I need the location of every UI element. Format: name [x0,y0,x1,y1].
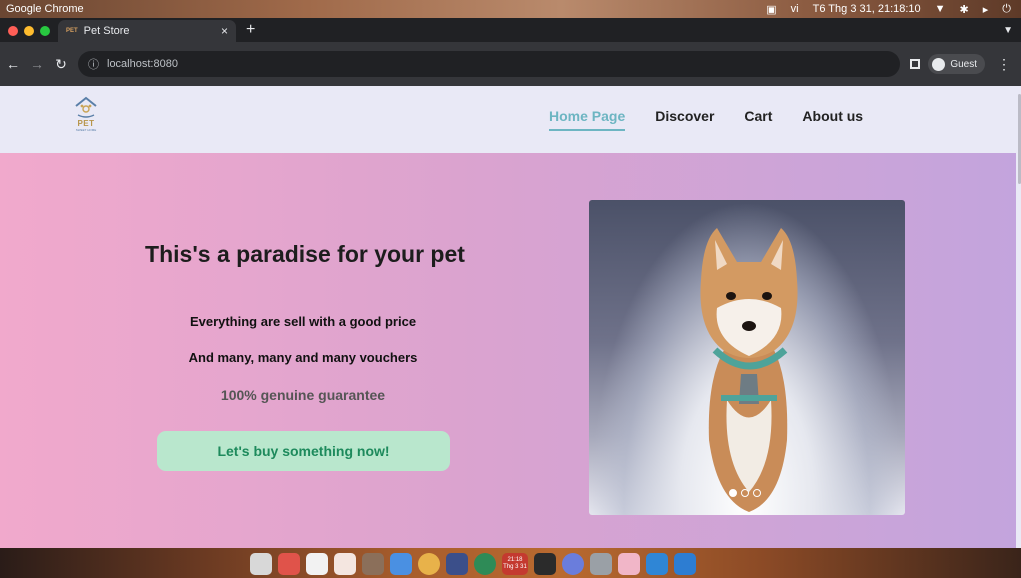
desktop-dock-area: 21:18 Thg 3 31 [0,548,1021,578]
chrome-app-icon[interactable] [418,552,440,575]
browser-tab-strip: PET Pet Store × + ▼ [0,18,1021,42]
power-icon[interactable]: ⏻ [1002,3,1011,16]
paw-logo-icon [75,96,97,118]
tab-favicon: PET [66,28,78,34]
wifi-icon[interactable]: ▼ [935,3,946,15]
input-language[interactable]: vi [791,3,799,15]
os-app-name: Google Chrome [6,3,84,15]
carousel-indicators [729,489,761,497]
hero-section: This's a paradise for your pet Everythin… [0,153,1016,548]
nav-cart[interactable]: Cart [744,108,772,131]
vscode-app-icon[interactable] [674,552,696,575]
site-logo[interactable]: PET SWEET HOME [66,96,106,144]
profile-avatar-icon [932,57,946,71]
files-app-icon[interactable] [250,552,272,575]
site-info-icon[interactable]: ⓘ [88,56,99,72]
close-tab-icon[interactable]: × [221,24,228,38]
shiba-dog-image [700,228,798,512]
window-controls [0,26,58,42]
carousel-dot-3[interactable] [753,489,761,497]
maximize-window-button[interactable] [40,26,50,36]
dock-clock-time: 21:18 [507,556,523,563]
editor-app-icon[interactable] [334,552,356,575]
page-viewport: PET SWEET HOME Home Page Discover Cart A… [0,86,1021,548]
bluetooth-icon[interactable]: ✱ [960,3,969,16]
update-app-icon[interactable] [646,552,668,575]
camera-app-icon[interactable] [590,552,612,575]
recorder-app-icon[interactable] [474,552,496,575]
page-scrollbar[interactable] [1016,86,1021,548]
hero-line-price: Everything are sell with a good price [189,314,417,329]
tab-title: Pet Store [83,25,130,37]
address-bar[interactable]: ⓘ localhost:8080 [78,51,901,77]
dock-clock-date: Thg 3 31 [503,563,527,570]
browser-tab[interactable]: PET Pet Store × [58,20,236,42]
photos-app-icon[interactable] [618,552,640,575]
terminal-app-icon[interactable] [534,552,556,575]
app-dock: 21:18 Thg 3 31 [250,551,696,576]
window-app-icon[interactable] [390,552,412,575]
carousel-dot-1[interactable] [729,489,737,497]
profile-button[interactable]: Guest [928,54,985,74]
browser-toolbar: ← → ↻ ⓘ localhost:8080 Guest ⋮ [0,42,1021,86]
url-text[interactable]: localhost:8080 [107,58,178,70]
close-window-button[interactable] [8,26,18,36]
nav-about-us[interactable]: About us [802,108,863,131]
carousel-dot-2[interactable] [741,489,749,497]
logo-word: PET [77,119,95,128]
os-top-bar: Google Chrome ▣ vi T6 Thg 3 31, 21:18:10… [0,0,1021,18]
site-header: PET SWEET HOME Home Page Discover Cart A… [0,86,1016,153]
screenshot-icon[interactable]: ▣ [766,3,776,16]
hero-line-vouchers: And many, many and many vouchers [188,350,418,365]
dock-clock[interactable]: 21:18 Thg 3 31 [502,552,528,575]
presentation-app-icon[interactable] [278,552,300,575]
minimize-window-button[interactable] [24,26,34,36]
tab-search-chevron-icon[interactable]: ▼ [995,25,1021,42]
reload-icon[interactable]: ↻ [54,56,68,73]
messaging-app-icon[interactable] [446,552,468,575]
volume-icon[interactable]: ▸ [983,3,989,16]
hero-carousel-image[interactable] [589,200,905,515]
forward-arrow-icon[interactable]: → [30,56,44,72]
pdf-app-icon[interactable] [306,552,328,575]
office-app-icon[interactable] [562,552,584,575]
main-nav: Home Page Discover Cart About us [549,108,863,131]
browser-menu-icon[interactable]: ⋮ [993,56,1015,73]
hero-line-guarantee: 100% genuine guarantee [220,387,386,403]
os-clock[interactable]: T6 Thg 3 31, 21:18:10 [813,3,921,15]
profile-label: Guest [950,58,977,70]
new-tab-button[interactable]: + [236,21,265,42]
hero-headline: This's a paradise for your pet [145,241,465,267]
side-panel-icon[interactable] [910,59,921,69]
nav-home-page[interactable]: Home Page [549,108,626,131]
nav-discover[interactable]: Discover [655,108,714,131]
logo-subtitle: SWEET HOME [75,128,97,132]
back-arrow-icon[interactable]: ← [6,56,20,72]
scissors-app-icon[interactable] [362,552,384,575]
buy-now-button[interactable]: Let's buy something now! [157,431,450,471]
